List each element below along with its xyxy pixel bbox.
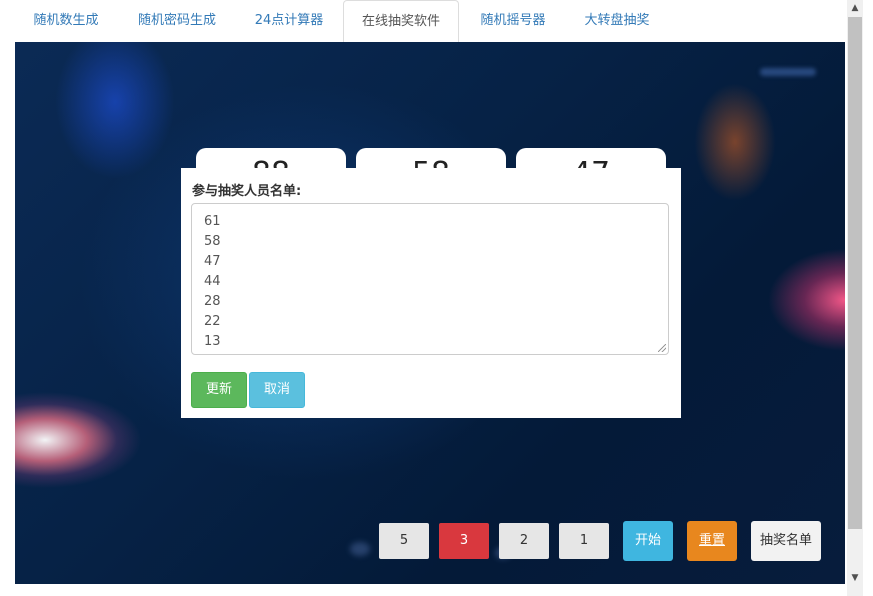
tab-bar: 随机数生成 随机密码生成 24点计算器 在线抽奖软件 随机摇号器 大转盘抽奖	[15, 0, 845, 44]
participant-entry: 47	[204, 254, 221, 269]
scroll-down-arrow-icon[interactable]: ▼	[847, 570, 863, 586]
countdown-button-1[interactable]: 1	[559, 523, 609, 559]
tab-online-lottery[interactable]: 在线抽奖软件	[343, 0, 459, 44]
participant-list-label: 参与抽奖人员名单:	[192, 184, 302, 199]
participant-entry: 13	[204, 334, 221, 349]
update-button[interactable]: 更新	[191, 372, 247, 408]
tab-24-point-calculator[interactable]: 24点计算器	[241, 0, 337, 41]
participant-entry: 28	[204, 294, 221, 309]
tab-wheel-lottery[interactable]: 大转盘抽奖	[569, 0, 665, 41]
tab-random-lottery-shaker[interactable]: 随机摇号器	[465, 0, 561, 41]
cancel-button[interactable]: 取消	[249, 372, 305, 408]
countdown-button-3[interactable]: 3	[439, 523, 489, 559]
scrollbar-thumb[interactable]	[848, 17, 862, 529]
start-button[interactable]: 开始	[623, 521, 673, 561]
participant-entry: 44	[204, 274, 221, 289]
reset-button[interactable]: 重置	[687, 521, 737, 561]
countdown-button-5[interactable]: 5	[379, 523, 429, 559]
tab-random-password[interactable]: 随机密码生成	[123, 0, 231, 41]
participant-entry: 58	[204, 234, 221, 249]
vertical-scrollbar[interactable]: ▲ ▼	[847, 0, 863, 596]
scroll-up-arrow-icon[interactable]: ▲	[847, 0, 863, 16]
tab-random-number[interactable]: 随机数生成	[15, 0, 117, 41]
lottery-list-button[interactable]: 抽奖名单	[751, 521, 821, 561]
participant-list-textarea[interactable]: 61 58 47 44 28 22 13	[191, 203, 669, 355]
background-light	[350, 542, 370, 556]
resize-grip-icon[interactable]	[658, 344, 666, 352]
participant-list-dialog: 参与抽奖人员名单: 61 58 47 44 28 22 13 更新 取消	[181, 168, 681, 418]
participant-entry: 61	[204, 214, 221, 229]
participant-entry: 22	[204, 314, 221, 329]
countdown-button-2[interactable]: 2	[499, 523, 549, 559]
background-light	[760, 68, 816, 76]
